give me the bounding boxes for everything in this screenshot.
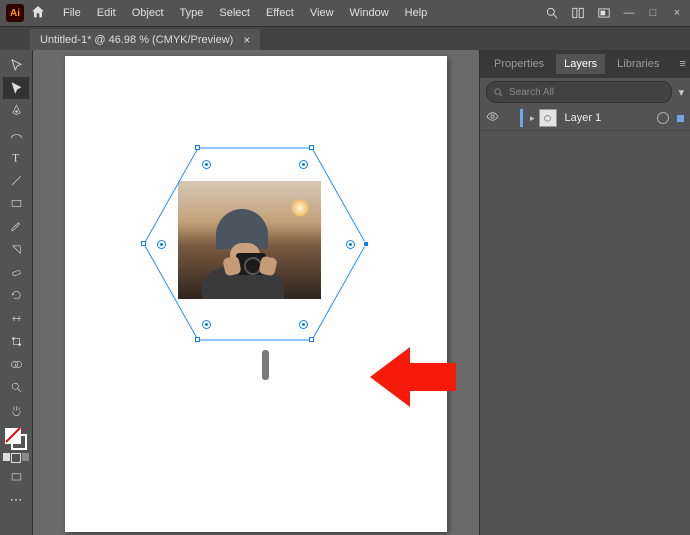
arrange-doc-icon[interactable] <box>570 5 586 21</box>
live-corner-widget[interactable] <box>299 160 308 169</box>
menu-window[interactable]: Window <box>343 4 396 22</box>
direct-selection-tool[interactable] <box>3 77 29 99</box>
shape-builder-tool[interactable] <box>3 353 29 375</box>
document-tab[interactable]: Untitled-1* @ 46.98 % (CMYK/Preview) × <box>30 29 260 51</box>
tab-libraries[interactable]: Libraries <box>609 54 667 74</box>
type-tool[interactable]: T <box>3 146 29 168</box>
workspace-icon[interactable] <box>596 5 612 21</box>
hand-tool[interactable] <box>3 399 29 421</box>
menu-edit[interactable]: Edit <box>90 4 123 22</box>
document-tab-title: Untitled-1* @ 46.98 % (CMYK/Preview) <box>40 34 233 46</box>
close-tab-icon[interactable]: × <box>243 33 250 47</box>
layer-name[interactable]: Layer 1 <box>565 112 653 124</box>
menu-object[interactable]: Object <box>125 4 171 22</box>
search-placeholder: Search All <box>509 87 554 98</box>
layer-thumbnail[interactable]: ⬡ <box>539 109 557 127</box>
eraser-tool[interactable] <box>3 261 29 283</box>
expand-chevron[interactable]: ▸ <box>530 113 535 124</box>
artboard[interactable] <box>65 56 447 532</box>
app-logo: Ai <box>6 4 24 22</box>
menu-help[interactable]: Help <box>398 4 435 22</box>
menu-file[interactable]: File <box>56 4 88 22</box>
draw-modes[interactable] <box>3 453 29 465</box>
live-corner-widget[interactable] <box>299 320 308 329</box>
curvature-tool[interactable] <box>3 123 29 145</box>
panel-tabs: Properties Layers Libraries ≡ <box>480 50 690 78</box>
tab-layers[interactable]: Layers <box>556 54 605 74</box>
shaper-tool[interactable] <box>3 238 29 260</box>
tools-panel: T ⋯ <box>0 50 33 535</box>
filter-icon[interactable]: ▾ <box>678 86 684 99</box>
bounding-box-handle[interactable] <box>363 241 369 247</box>
search-icon[interactable] <box>544 5 560 21</box>
svg-text:T: T <box>12 152 19 164</box>
anchor-point[interactable] <box>309 145 314 150</box>
anchor-point[interactable] <box>195 337 200 342</box>
selection-tool[interactable] <box>3 54 29 76</box>
vertical-scrollbar-thumb[interactable] <box>262 350 269 380</box>
screen-mode[interactable] <box>3 466 29 488</box>
menu-view[interactable]: View <box>303 4 341 22</box>
menu-select[interactable]: Select <box>212 4 257 22</box>
live-corner-widget[interactable] <box>202 160 211 169</box>
layer-row[interactable]: ▸ ⬡ Layer 1 <box>480 106 690 131</box>
live-corner-widget[interactable] <box>157 240 166 249</box>
rotate-tool[interactable] <box>3 284 29 306</box>
anchor-point[interactable] <box>141 241 146 246</box>
menu-type[interactable]: Type <box>173 4 211 22</box>
close-window-button[interactable]: × <box>670 7 684 19</box>
minimize-button[interactable]: — <box>622 7 636 19</box>
live-corner-widget[interactable] <box>202 320 211 329</box>
menu-effect[interactable]: Effect <box>259 4 301 22</box>
selection-color-bar <box>520 109 523 127</box>
canvas-area[interactable] <box>33 50 479 535</box>
rectangle-tool[interactable] <box>3 192 29 214</box>
home-icon[interactable] <box>30 4 46 23</box>
tutorial-arrow <box>370 341 460 413</box>
target-icon[interactable] <box>657 112 669 124</box>
main-menu: File Edit Object Type Select Effect View… <box>56 4 434 22</box>
maximize-button[interactable]: □ <box>646 7 660 19</box>
pen-tool[interactable] <box>3 100 29 122</box>
anchor-point[interactable] <box>195 145 200 150</box>
right-panel: Properties Layers Libraries ≡ Search All… <box>479 50 690 535</box>
menu-bar: Ai File Edit Object Type Select Effect V… <box>0 0 690 27</box>
zoom-tool[interactable] <box>3 376 29 398</box>
hexagon-path[interactable] <box>140 144 370 354</box>
layers-search-input[interactable]: Search All <box>486 81 672 103</box>
visibility-icon[interactable] <box>486 110 499 126</box>
selection-indicator[interactable] <box>677 115 684 122</box>
width-tool[interactable] <box>3 307 29 329</box>
document-tab-bar: Untitled-1* @ 46.98 % (CMYK/Preview) × <box>0 27 690 51</box>
free-transform-tool[interactable] <box>3 330 29 352</box>
edit-toolbar[interactable]: ⋯ <box>3 489 29 511</box>
panel-menu-icon[interactable]: ≡ <box>671 54 690 74</box>
live-corner-widget[interactable] <box>346 240 355 249</box>
line-segment-tool[interactable] <box>3 169 29 191</box>
fill-stroke-control[interactable] <box>3 426 29 452</box>
anchor-point[interactable] <box>309 337 314 342</box>
tab-properties[interactable]: Properties <box>486 54 552 74</box>
paintbrush-tool[interactable] <box>3 215 29 237</box>
